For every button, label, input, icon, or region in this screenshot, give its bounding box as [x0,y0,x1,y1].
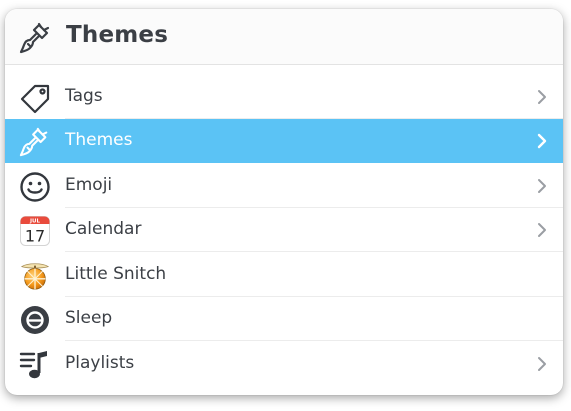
sleep-icon [21,306,49,334]
menu-item-label: Playlists [65,353,135,373]
menu-item-tags[interactable]: Tags [5,75,563,119]
chevron-right-icon [538,90,546,104]
smiley-icon [20,172,50,202]
calendar-day: 17 [25,227,45,246]
menu-item-calendar[interactable]: JUL 17 Calendar [5,208,563,252]
menu-item-sleep[interactable]: Sleep [5,297,563,341]
menu-item-label: Sleep [65,308,113,328]
menu-item-label: Themes [65,130,133,150]
paintbrush-icon [19,127,48,157]
tag-icon [20,84,50,114]
chevron-right-icon [538,223,546,237]
little-snitch-icon [20,263,50,290]
header-title: Themes [66,22,169,48]
themes-menu-panel: Themes Tags Themes Emoji JUL 17 Calendar… [5,9,563,395]
chevron-right-icon [537,133,547,149]
menu-item-label: Little Snitch [65,264,167,284]
playlist-icon [19,351,47,379]
menu-item-themes[interactable]: Themes [5,119,563,163]
menu-item-little-snitch[interactable]: Little Snitch [5,253,563,297]
row-divider [65,251,563,252]
menu-header: Themes [5,9,563,65]
menu-item-label: Tags [65,86,103,106]
row-divider [65,340,563,341]
menu-item-label: Calendar [65,219,142,239]
menu-item-emoji[interactable]: Emoji [5,164,563,208]
chevron-right-icon [538,357,546,371]
paintbrush-icon [19,22,50,54]
menu-item-label: Emoji [65,175,113,195]
menu-item-playlists[interactable]: Playlists [5,342,563,386]
calendar-month: JUL [29,219,41,225]
calendar-icon: JUL 17 [20,216,50,246]
chevron-right-icon [538,179,546,193]
